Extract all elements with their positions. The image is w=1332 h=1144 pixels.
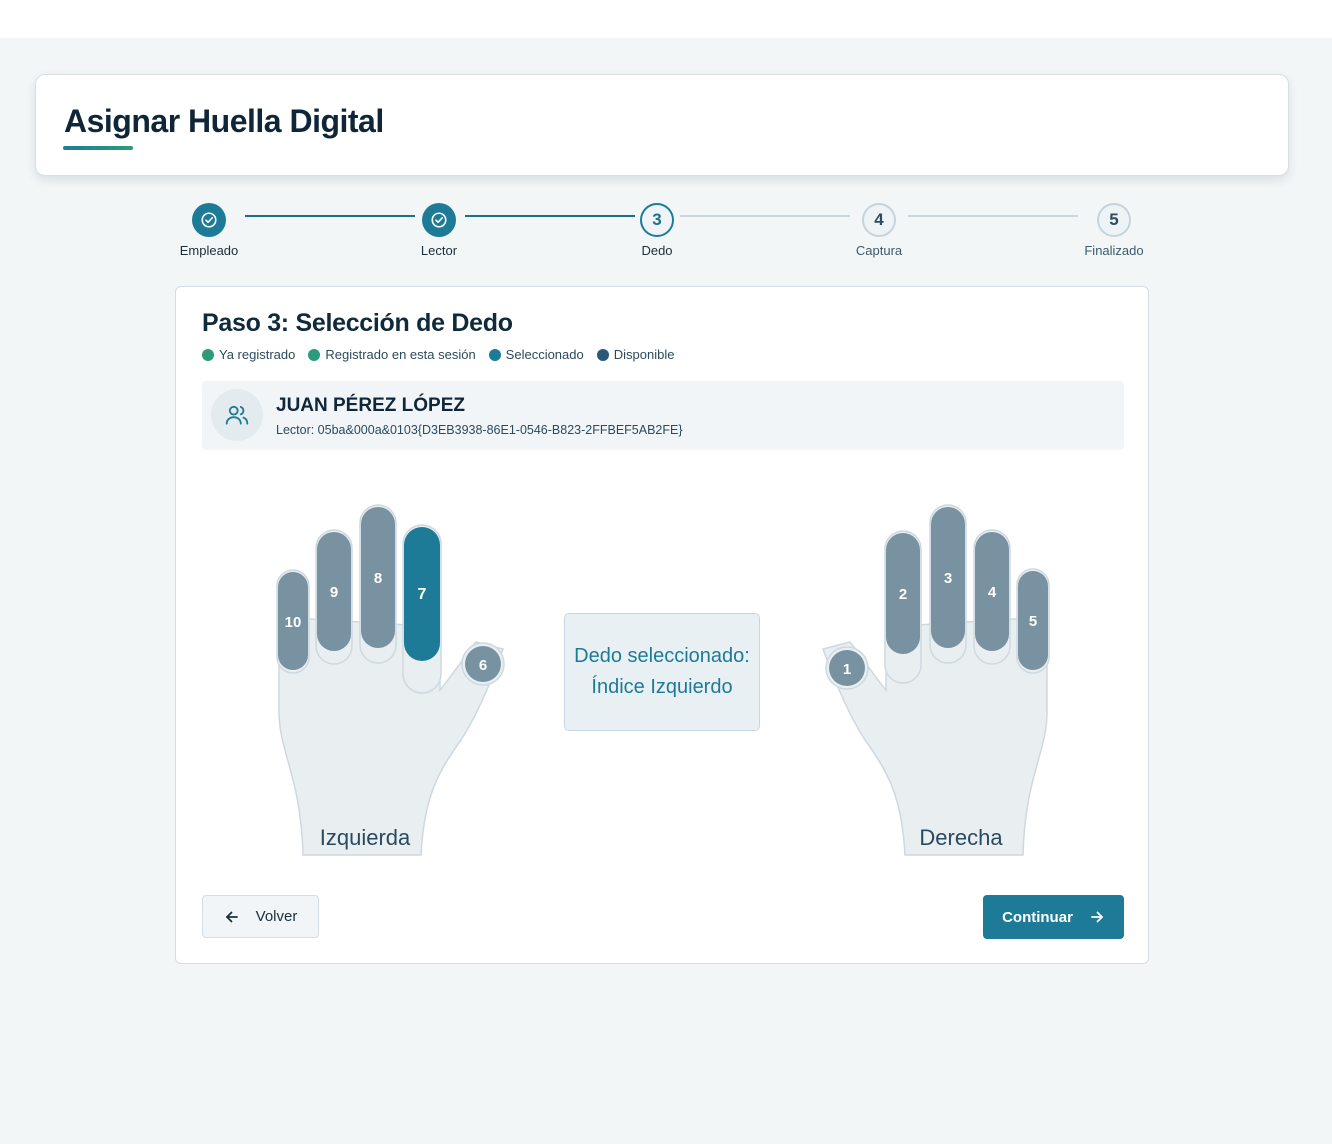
step-label-lector: Lector bbox=[420, 243, 458, 258]
finger-number: 3 bbox=[944, 570, 952, 587]
back-button[interactable]: Volver bbox=[202, 895, 319, 938]
arrow-left-icon bbox=[225, 911, 238, 922]
continue-button-label: Continuar bbox=[1002, 908, 1073, 926]
finger-3[interactable]: 3 bbox=[929, 504, 967, 664]
step-label-finalizado: Finalizado bbox=[1084, 243, 1144, 258]
step-label-empleado: Empleado bbox=[179, 243, 239, 258]
finger-number: 10 bbox=[285, 614, 302, 631]
finger-5[interactable]: 5 bbox=[1016, 568, 1050, 674]
step-5-number[interactable]: 5 bbox=[1097, 203, 1131, 237]
finger-number: 5 bbox=[1029, 613, 1037, 630]
finger-number: 7 bbox=[418, 586, 427, 603]
finger-8[interactable]: 8 bbox=[359, 504, 397, 664]
finger-number: 8 bbox=[374, 570, 382, 587]
selected-finger-display: Dedo seleccionado: Índice Izquierdo bbox=[564, 613, 760, 731]
step-1-check-icon[interactable] bbox=[192, 203, 226, 237]
continue-button[interactable]: Continuar bbox=[983, 895, 1124, 939]
left-hand-label: Izquierda bbox=[320, 825, 411, 850]
hands-diagram: 10 9 8 7 6 1 2 3 4 5 Izquierda Derecha bbox=[276, 504, 1050, 856]
step-connector bbox=[245, 215, 415, 217]
finger-number: 1 bbox=[843, 661, 851, 678]
back-button-label: Volver bbox=[255, 908, 298, 925]
finger-4[interactable]: 4 bbox=[973, 529, 1011, 665]
finger-2[interactable]: 2 bbox=[884, 530, 922, 684]
finger-number: 9 bbox=[330, 584, 338, 601]
finger-selection-card: Paso 3: Selección de Dedo Ya registrado … bbox=[175, 286, 1149, 964]
stepper: Empleado Lector 3 Dedo 4 Captura 5 Final… bbox=[0, 0, 1332, 270]
right-hand-label: Derecha bbox=[919, 825, 1003, 850]
step-connector bbox=[680, 215, 850, 217]
step-4-number[interactable]: 4 bbox=[862, 203, 896, 237]
finger-10[interactable]: 10 bbox=[276, 569, 310, 674]
step-3-number[interactable]: 3 bbox=[640, 203, 674, 237]
finger-1[interactable]: 1 bbox=[825, 646, 869, 690]
step-2-check-icon[interactable] bbox=[422, 203, 456, 237]
finger-6[interactable]: 6 bbox=[461, 642, 505, 686]
step-connector bbox=[908, 215, 1078, 217]
finger-number: 2 bbox=[899, 586, 907, 603]
step-label-captura: Captura bbox=[855, 243, 903, 258]
step-connector bbox=[465, 215, 635, 217]
step-label-dedo: Dedo bbox=[641, 243, 673, 258]
arrow-right-icon bbox=[1091, 911, 1103, 923]
finger-9[interactable]: 9 bbox=[315, 529, 353, 665]
finger-number: 6 bbox=[479, 657, 487, 674]
finger-number: 4 bbox=[988, 584, 997, 601]
finger-7-selected[interactable]: 7 bbox=[402, 524, 442, 694]
